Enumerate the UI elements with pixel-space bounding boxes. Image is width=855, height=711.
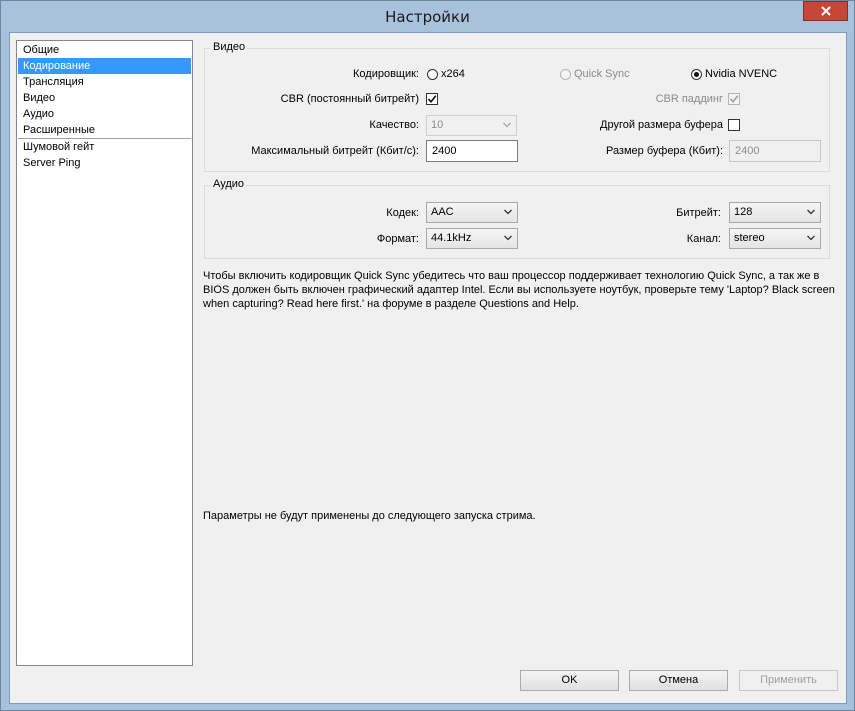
chevron-down-icon xyxy=(807,235,815,241)
settings-category-list[interactable]: Общие Кодирование Трансляция Видео Аудио… xyxy=(16,40,193,666)
apply-button: Применить xyxy=(739,670,838,691)
audio-group-label: Аудио xyxy=(211,178,247,190)
close-icon xyxy=(820,6,831,16)
chevron-down-icon xyxy=(807,209,815,215)
codec-value: AAC xyxy=(431,206,454,218)
custom-buffer-checkbox[interactable] xyxy=(728,119,740,131)
quality-value: 10 xyxy=(431,119,444,131)
dialog-body: Общие Кодирование Трансляция Видео Аудио… xyxy=(9,32,847,704)
settings-window: Настройки Общие Кодирование Трансляция В… xyxy=(0,0,855,711)
encoder-label: Кодировщик: xyxy=(353,68,419,80)
title-bar[interactable]: Настройки xyxy=(1,1,854,32)
nav-item-broadcast[interactable]: Трансляция xyxy=(18,74,191,90)
encoder-quicksync-label: Quick Sync xyxy=(574,68,630,80)
encoder-x264-label[interactable]: x264 xyxy=(441,68,465,80)
cbr-padding-checkbox xyxy=(728,93,740,105)
max-bitrate-label: Максимальный битрейт (Кбит/с): xyxy=(251,145,419,157)
encoder-x264-radio[interactable] xyxy=(427,69,438,80)
nav-item-encoding[interactable]: Кодирование xyxy=(18,58,191,74)
encoder-quicksync-radio xyxy=(560,69,571,80)
channel-value: stereo xyxy=(734,232,765,244)
video-group: Видео Кодировщик: x264 Quick Sync Nvidia… xyxy=(204,41,830,172)
max-bitrate-input[interactable]: 2400 xyxy=(426,140,518,162)
quality-label: Качество: xyxy=(369,119,419,131)
close-button[interactable] xyxy=(803,1,848,21)
nav-item-video[interactable]: Видео xyxy=(18,90,191,106)
window-title: Настройки xyxy=(385,8,470,26)
chevron-down-icon xyxy=(503,122,511,128)
nav-item-general[interactable]: Общие xyxy=(18,42,191,58)
ok-button[interactable]: OK xyxy=(520,670,619,691)
quicksync-info-text: Чтобы включить кодировщик Quick Sync убе… xyxy=(203,270,835,310)
format-value: 44.1kHz xyxy=(431,232,472,244)
nav-item-audio[interactable]: Аудио xyxy=(18,106,191,122)
video-group-label: Видео xyxy=(211,41,248,53)
bitrate-select[interactable]: 128 xyxy=(729,202,821,223)
nav-item-server-ping[interactable]: Server Ping xyxy=(18,155,191,171)
chevron-down-icon xyxy=(504,209,512,215)
checkmark-icon xyxy=(427,95,437,104)
format-label: Формат: xyxy=(376,233,419,245)
checkmark-icon xyxy=(729,95,739,104)
cbr-label: CBR (постоянный битрейт) xyxy=(280,93,419,105)
quality-select: 10 xyxy=(426,115,517,136)
format-select[interactable]: 44.1kHz xyxy=(426,228,518,249)
channel-select[interactable]: stereo xyxy=(729,228,821,249)
nav-item-noise-gate[interactable]: Шумовой гейт xyxy=(18,139,191,155)
buffer-size-label: Размер буфера (Кбит): xyxy=(605,145,723,157)
bitrate-value: 128 xyxy=(734,206,753,218)
channel-label: Канал: xyxy=(686,233,721,245)
custom-buffer-label: Другой размера буфера xyxy=(600,119,723,131)
cbr-padding-label: CBR паддинг xyxy=(655,93,723,105)
nav-item-advanced[interactable]: Расширенные xyxy=(18,122,191,138)
chevron-down-icon xyxy=(504,235,512,241)
cbr-checkbox[interactable] xyxy=(426,93,438,105)
bitrate-label: Битрейт: xyxy=(676,207,721,219)
encoder-nvenc-label[interactable]: Nvidia NVENC xyxy=(705,68,777,80)
cancel-button[interactable]: Отмена xyxy=(629,670,728,691)
codec-select[interactable]: AAC xyxy=(426,202,518,223)
buffer-size-input: 2400 xyxy=(729,140,821,162)
encoder-nvenc-radio[interactable] xyxy=(691,69,702,80)
restart-notice: Параметры не будут применены до следующе… xyxy=(203,510,536,522)
codec-label: Кодек: xyxy=(386,207,419,219)
audio-group: Аудио Кодек: AAC Битрейт: 128 Формат: 44… xyxy=(204,178,830,259)
